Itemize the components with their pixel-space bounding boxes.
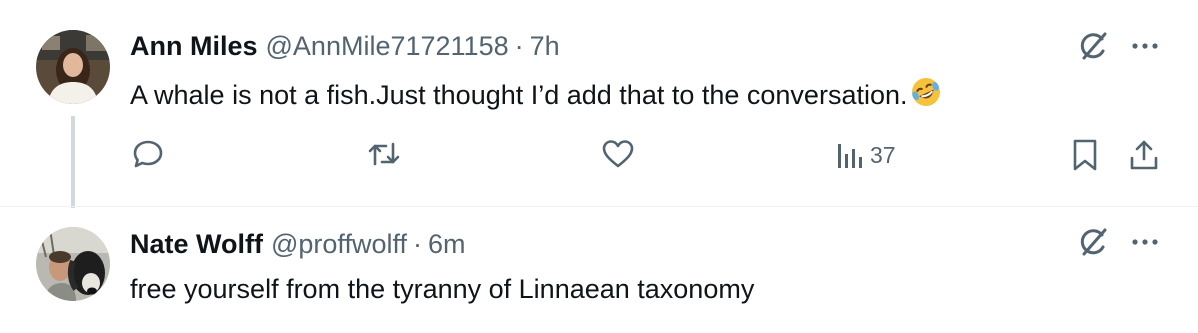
more-icon[interactable] <box>1128 29 1162 63</box>
reply-button[interactable] <box>132 138 164 170</box>
tweet-ann-miles[interactable]: Ann Miles @AnnMile71721158 · 7h A whale … <box>0 0 1198 208</box>
views-icon <box>836 140 864 170</box>
grok-icon[interactable] <box>1076 225 1110 259</box>
tweet-header: Nate Wolff @proffwolff · 6m <box>130 229 466 260</box>
like-icon <box>601 138 635 170</box>
like-button[interactable] <box>601 138 635 170</box>
reply-icon <box>132 138 164 170</box>
avatar[interactable] <box>36 227 110 301</box>
timestamp[interactable]: 7h <box>530 31 560 62</box>
share-icon <box>1128 138 1160 172</box>
bookmark-icon <box>1070 138 1100 172</box>
tweet-body: A whale is not a fish.Just thought I’d a… <box>130 80 908 110</box>
user-handle[interactable]: @AnnMile71721158 <box>266 31 509 62</box>
retweet-button[interactable] <box>367 138 401 170</box>
tweet-actions: 37 <box>0 136 1198 176</box>
bookmark-button[interactable] <box>1070 138 1100 172</box>
tweet-nate-wolff[interactable]: Nate Wolff @proffwolff · 6m free yoursel… <box>0 206 1198 333</box>
separator: · <box>514 31 524 61</box>
tweet-body: free yourself from the tyranny of Linnae… <box>130 274 755 304</box>
grok-icon[interactable] <box>1076 29 1110 63</box>
more-icon[interactable] <box>1128 225 1162 259</box>
tweet-header: Ann Miles @AnnMile71721158 · 7h <box>130 31 560 62</box>
timestamp[interactable]: 6m <box>428 229 466 260</box>
retweet-icon <box>367 138 401 170</box>
views-button[interactable]: 37 <box>836 140 896 170</box>
user-handle[interactable]: @proffwolff <box>271 229 407 260</box>
display-name[interactable]: Ann Miles <box>130 31 258 62</box>
avatar[interactable] <box>36 30 110 104</box>
display-name[interactable]: Nate Wolff <box>130 229 263 260</box>
tweet-text: free yourself from the tyranny of Linnae… <box>130 274 754 305</box>
laughing-emoji-icon <box>910 76 942 115</box>
share-button[interactable] <box>1128 138 1160 172</box>
separator: · <box>412 229 422 259</box>
tweet-text: A whale is not a fish.Just thought I’d a… <box>130 76 942 115</box>
views-count: 37 <box>870 141 896 168</box>
